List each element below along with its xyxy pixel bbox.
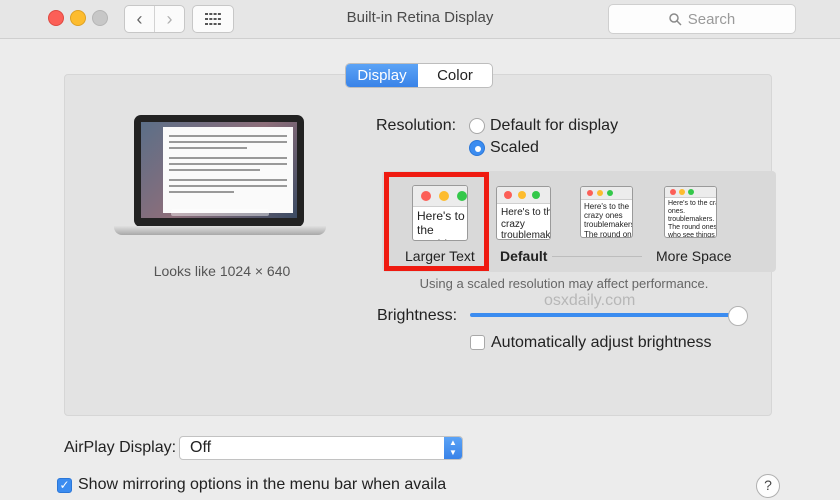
grid-icon: [205, 13, 221, 25]
scaled-radio[interactable]: [469, 140, 485, 156]
checkmark-icon: ✓: [59, 478, 70, 492]
laptop-screen: [134, 115, 304, 227]
chevron-left-icon: ‹: [136, 8, 143, 29]
scale-divider-line: [552, 256, 642, 257]
zoom-window-button[interactable]: [92, 10, 108, 26]
updown-arrows-icon: ▲ ▼: [444, 437, 462, 459]
window-title: Built-in Retina Display: [346, 9, 494, 26]
performance-note: Using a scaled resolution may affect per…: [419, 276, 709, 291]
airplay-display-value: Off: [190, 439, 212, 456]
scale-preview-text: Here's to the crazy troublemakers ones w…: [501, 207, 551, 240]
laptop-wallpaper: [141, 122, 297, 218]
laptop-preview-image: [114, 115, 326, 247]
tab-color[interactable]: Color: [418, 64, 492, 87]
default-for-display-radio[interactable]: [469, 118, 485, 134]
scale-option-intermediate[interactable]: Here's to the crazy ones troublemakers. …: [580, 186, 633, 238]
brightness-slider-knob[interactable]: [728, 306, 748, 326]
resolution-label: Resolution:: [376, 117, 457, 134]
more-space-label[interactable]: More Space: [656, 248, 731, 264]
search-icon: [668, 12, 682, 26]
segmented-tabs: Display Color: [345, 63, 493, 88]
scale-preview-text: Here's to the crazy ones troublemakers. …: [584, 202, 633, 238]
tab-display[interactable]: Display: [346, 64, 418, 87]
auto-brightness-label[interactable]: Automatically adjust brightness: [491, 334, 712, 352]
selected-scale-highlight: [384, 172, 489, 271]
forward-button[interactable]: ›: [154, 6, 184, 32]
laptop-base: [114, 226, 326, 235]
search-placeholder: Search: [687, 10, 736, 28]
help-button[interactable]: ?: [756, 474, 780, 498]
scaled-label[interactable]: Scaled: [490, 139, 539, 157]
scale-preview-text: Here's to the crazy ones. troublemakers.…: [668, 200, 717, 238]
looks-like-label: Looks like 1024 × 640: [153, 263, 291, 279]
mirroring-checkbox[interactable]: ✓: [57, 478, 72, 493]
auto-brightness-checkbox[interactable]: [470, 335, 485, 350]
title-bar: ‹ › Built-in Retina Display Search: [0, 0, 840, 39]
watermark: osxdaily.com: [544, 292, 636, 309]
airplay-display-select[interactable]: Off ▲ ▼: [179, 436, 463, 460]
minimize-window-button[interactable]: [70, 10, 86, 26]
search-field[interactable]: Search: [608, 4, 796, 34]
close-window-button[interactable]: [48, 10, 64, 26]
brightness-label: Brightness:: [377, 307, 458, 324]
laptop-window-preview: [163, 127, 293, 213]
help-icon: ?: [764, 477, 772, 493]
laptop-dock: [171, 209, 269, 216]
chevron-right-icon: ›: [166, 8, 173, 29]
default-for-display-label[interactable]: Default for display: [490, 117, 618, 135]
airplay-display-label: AirPlay Display:: [64, 439, 177, 456]
show-all-button[interactable]: [192, 5, 234, 33]
navigation-buttons: ‹ ›: [124, 5, 185, 33]
scale-option-more-space[interactable]: Here's to the crazy ones. troublemakers.…: [664, 186, 717, 238]
default-label[interactable]: Default: [500, 248, 547, 264]
back-button[interactable]: ‹: [125, 6, 154, 32]
mirroring-label[interactable]: Show mirroring options in the menu bar w…: [78, 476, 446, 494]
brightness-slider[interactable]: [470, 313, 742, 317]
scale-option-default[interactable]: Here's to the crazy troublemakers ones w…: [496, 186, 551, 240]
